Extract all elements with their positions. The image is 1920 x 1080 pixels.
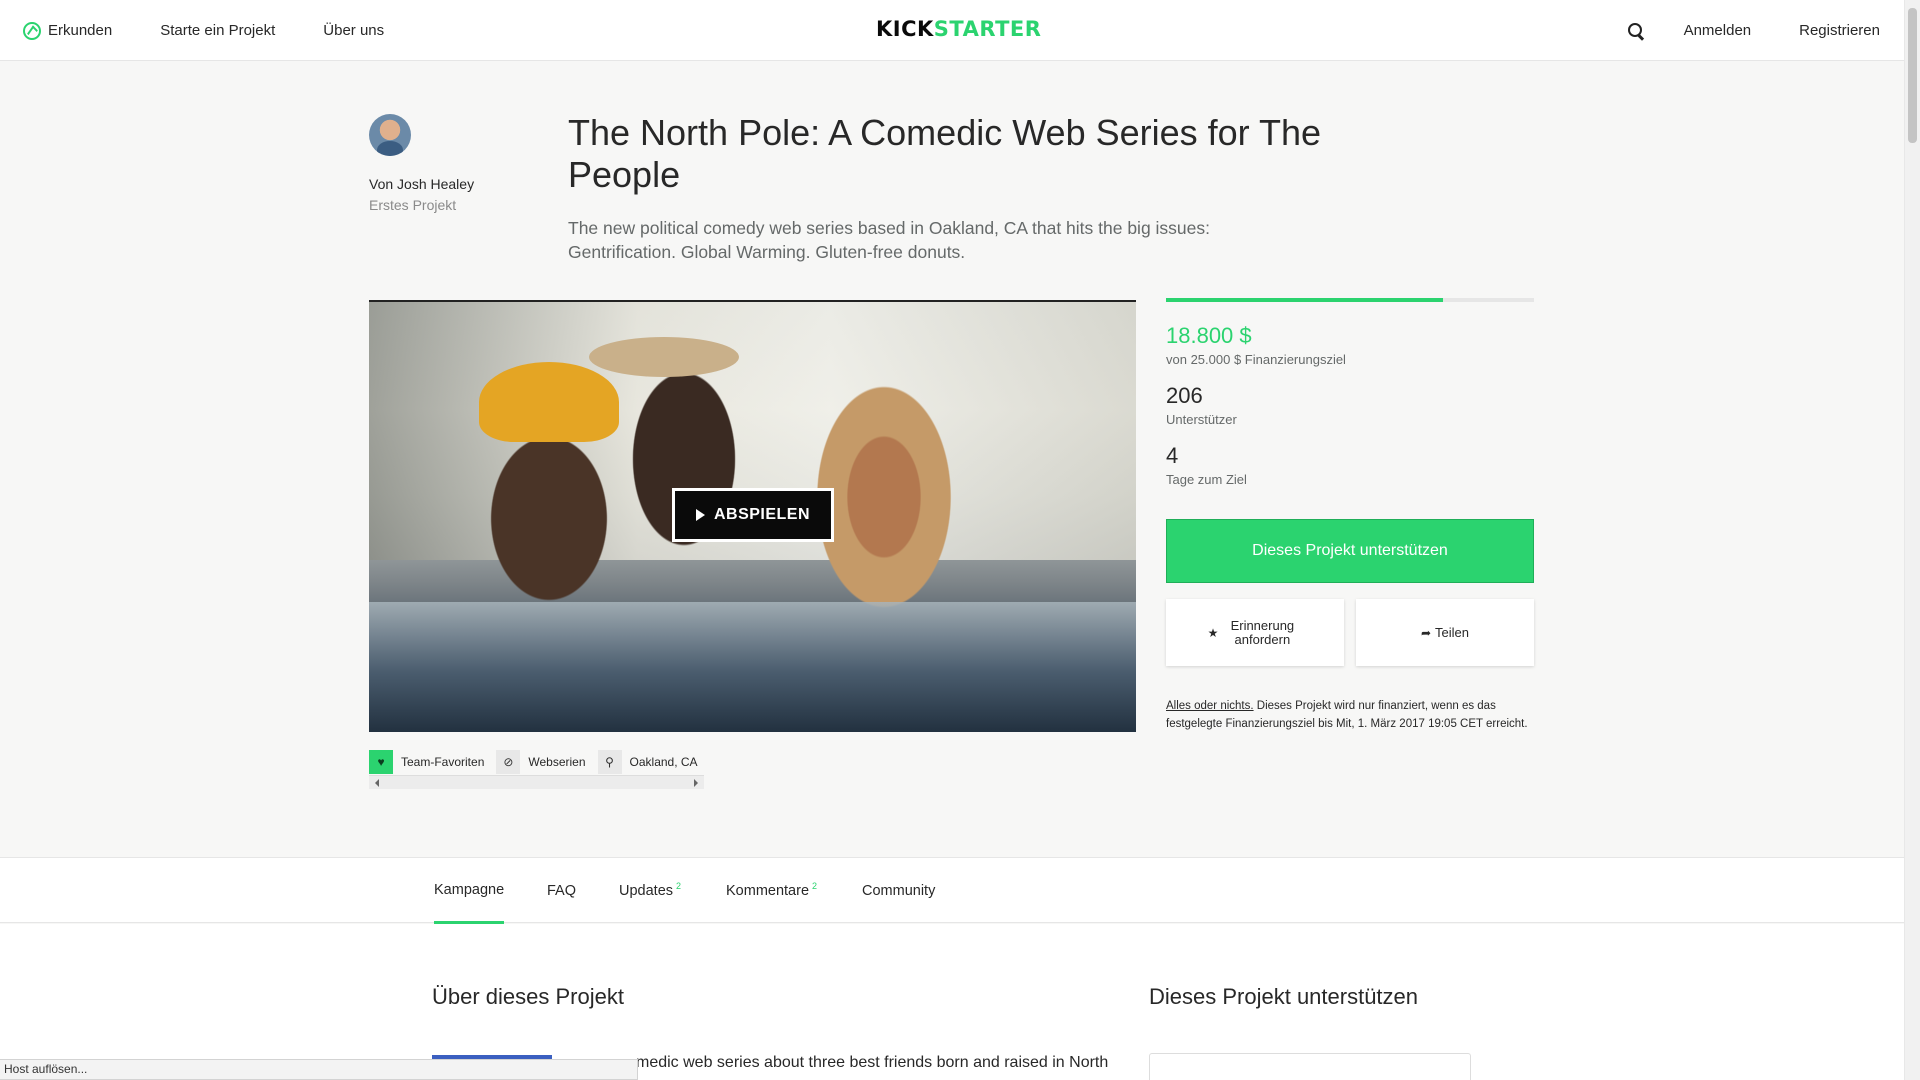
tag-category[interactable]: ⊘ Webserien — [496, 750, 586, 774]
video-person-middle — [599, 342, 769, 602]
logo-kick: KICK — [876, 17, 934, 41]
tab-campaign[interactable]: Kampagne — [434, 858, 505, 924]
funding-progress-fill — [1166, 298, 1443, 302]
tab-updates-count: 2 — [676, 881, 682, 891]
project-blurb: The new political comedy web series base… — [568, 218, 1211, 262]
kickstarter-logo[interactable]: KICKSTARTER — [876, 17, 1041, 41]
search-icon[interactable] — [1627, 22, 1644, 39]
tab-comments-label: Kommentare — [726, 883, 810, 899]
tab-community[interactable]: Community — [862, 858, 935, 924]
star-icon: ★ — [1207, 625, 1219, 640]
nav-right: Anmelden Registrieren — [1627, 0, 1880, 61]
tag-category-label: Webserien — [528, 755, 586, 769]
tag-location[interactable]: ⚲ Oakland, CA — [597, 750, 698, 774]
video-hat — [589, 337, 739, 377]
remind-me-button[interactable]: ★ Erinnerung anfordern — [1166, 599, 1344, 666]
creator-name[interactable]: Von Josh Healey — [369, 176, 474, 192]
back-project-button[interactable]: Dieses Projekt unterstützen — [1166, 519, 1534, 583]
logo-starter: STARTER — [933, 17, 1042, 41]
tab-community-label: Community — [862, 883, 936, 899]
tab-comments[interactable]: Kommentare 2 — [726, 858, 817, 924]
compass-icon — [23, 21, 41, 40]
tags-scrollbar[interactable] — [369, 775, 704, 789]
tag-team-favorites[interactable]: ♥ Team-Favoriten — [369, 750, 484, 774]
days-left: 4 — [1166, 443, 1179, 468]
tab-updates[interactable]: Updates 2 — [619, 858, 681, 924]
page-scrollbar[interactable] — [1904, 0, 1920, 1080]
remind-me-label: Erinnerung anfordern — [1230, 617, 1295, 647]
nav-start-project[interactable]: Starte ein Projekt — [160, 0, 275, 61]
funding-goal: von 25.000 $ Finanzierungsziel — [1166, 352, 1346, 367]
location-pin-icon: ⚲ — [597, 750, 622, 774]
backers-count: 206 — [1166, 383, 1203, 408]
project-tabs: Kampagne FAQ Updates 2 Kommentare 2 Commun… — [0, 857, 1904, 924]
signup-link[interactable]: Registrieren — [1799, 0, 1880, 61]
share-button[interactable]: ➦ Teilen — [1356, 599, 1534, 666]
tab-faq[interactable]: FAQ — [547, 858, 576, 924]
scrollbar-thumb[interactable] — [1908, 8, 1917, 143]
tab-faq-label: FAQ — [547, 883, 577, 899]
nav-about[interactable]: Über uns — [323, 0, 384, 61]
share-icon: ➦ — [1420, 625, 1432, 640]
nav-left: Erkunden Starte ein Projekt Über uns — [23, 0, 384, 61]
play-video-button[interactable]: ABSPIELEN — [672, 488, 834, 542]
video-yellow-hat — [479, 362, 619, 442]
project-title: The North Pole: A Comedic Web Series for… — [568, 112, 1322, 195]
project-tags: ♥ Team-Favoriten ⊘ Webserien ⚲ Oakland, … — [369, 750, 710, 774]
backers-label: Unterstützer — [1166, 412, 1237, 427]
nav-explore-label: Erkunden — [48, 22, 113, 39]
heart-icon: ♥ — [369, 750, 393, 774]
all-or-nothing-notice: Alles oder nichts. Dieses Projekt wird n… — [1166, 697, 1536, 733]
scroll-left-icon[interactable] — [375, 779, 379, 787]
nav-explore[interactable]: Erkunden — [23, 0, 112, 61]
tag-team-favorites-label: Team-Favoriten — [401, 755, 485, 769]
tag-location-label: Oakland, CA — [629, 755, 698, 769]
page: Erkunden Starte ein Projekt Über uns KIC… — [0, 0, 1920, 1080]
scroll-right-icon[interactable] — [694, 779, 698, 787]
tab-comments-count: 2 — [812, 881, 818, 891]
funding-progress-bar — [1166, 298, 1534, 302]
share-label: Teilen — [1435, 624, 1470, 640]
days-left-label: Tage zum Ziel — [1166, 472, 1247, 487]
project-content: Über dieses Projekt Dieses Projekt unter… — [0, 924, 1904, 1080]
about-text: medic web series about three best friend… — [636, 1054, 1109, 1071]
video-dashboard — [369, 602, 1136, 732]
all-or-nothing-link[interactable]: Alles oder nichts. — [1166, 700, 1254, 712]
compass-icon: ⊘ — [496, 750, 521, 774]
play-icon — [695, 509, 705, 521]
play-label: ABSPIELEN — [713, 506, 811, 523]
about-heading: Über dieses Projekt — [432, 984, 624, 1009]
reward-card[interactable] — [1149, 1053, 1471, 1080]
browser-status-bar: Host auflösen... — [0, 1059, 638, 1080]
top-nav: Erkunden Starte ein Projekt Über uns KIC… — [0, 0, 1904, 61]
creator-avatar[interactable] — [369, 114, 411, 156]
tab-campaign-label: Kampagne — [434, 881, 505, 898]
tab-updates-label: Updates — [619, 883, 674, 899]
login-link[interactable]: Anmelden — [1684, 0, 1752, 61]
pledged-amount: 18.800 $ — [1166, 323, 1252, 348]
support-heading: Dieses Projekt unterstützen — [1149, 984, 1419, 1009]
creator-project-count: Erstes Projekt — [369, 197, 457, 213]
